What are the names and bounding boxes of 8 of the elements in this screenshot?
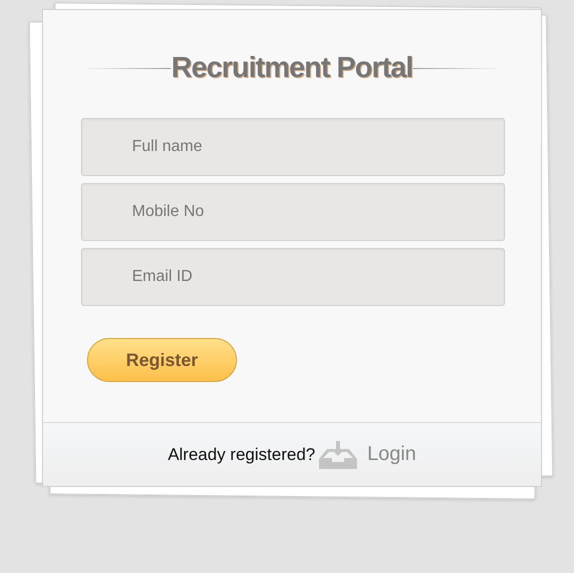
login-link[interactable]: Login (367, 443, 416, 466)
input-field[interactable]: Full name (81, 118, 505, 176)
form-title: Recruitment Portal (171, 52, 413, 84)
inbox-tray-icon (319, 440, 358, 468)
register-button[interactable]: Register (87, 338, 237, 382)
login-prompt: Already registered? (168, 444, 316, 464)
input-field[interactable]: Email ID (81, 248, 505, 306)
input-field[interactable]: Mobile No (81, 183, 505, 241)
